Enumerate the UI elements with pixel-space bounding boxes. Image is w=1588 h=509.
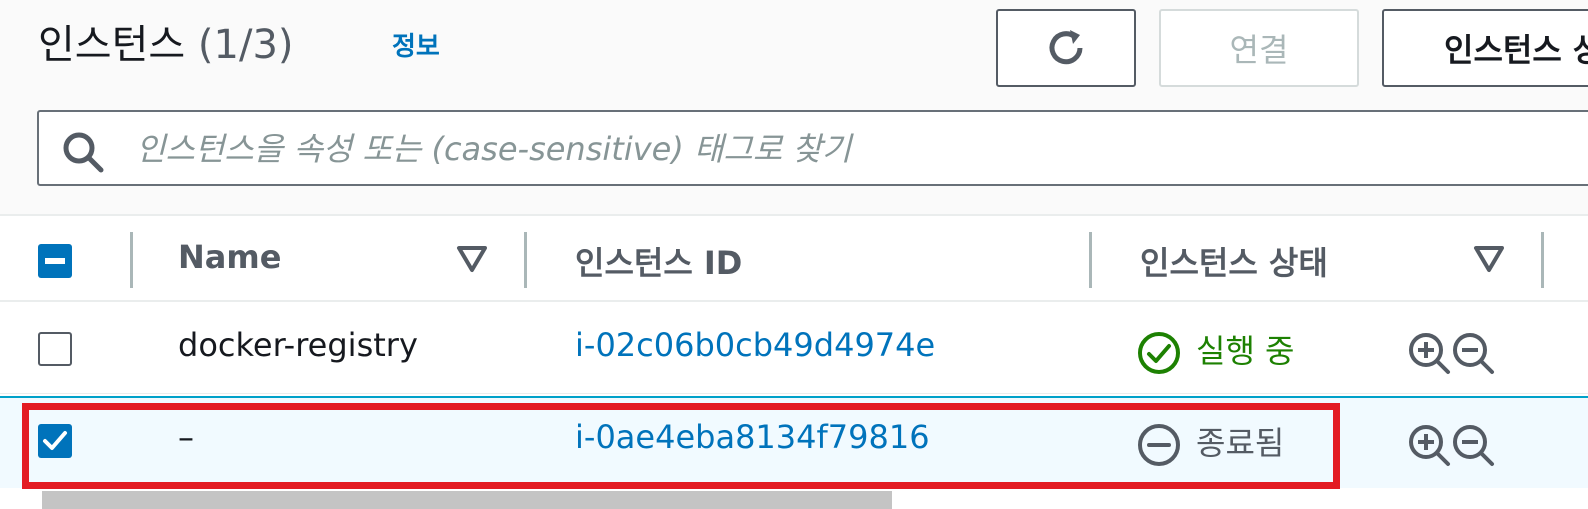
- instance-name: –: [178, 418, 194, 456]
- table-header: Name 인스턴스 ID 인스턴스 상태: [0, 214, 1588, 302]
- column-header-name[interactable]: Name: [178, 238, 281, 276]
- table-row[interactable]: docker-registry i-02c06b0cb49d4974e 실행 중: [0, 302, 1588, 394]
- search-box: [37, 110, 1588, 186]
- sort-down-icon[interactable]: [1473, 244, 1505, 274]
- connect-button[interactable]: 연결: [1159, 9, 1359, 87]
- column-header-instance-id[interactable]: 인스턴스 ID: [575, 238, 742, 284]
- zoom-out-icon[interactable]: [1450, 330, 1496, 376]
- instance-name: docker-registry: [178, 326, 418, 364]
- instances-header-area: 인스턴스 (1/3) 정보 연결 인스턴스 상태: [0, 0, 1588, 214]
- indeterminate-icon: [45, 258, 65, 264]
- instance-state-status: 종료됨: [1196, 424, 1285, 462]
- row-checkbox[interactable]: [38, 424, 72, 458]
- check-circle-icon: [1138, 332, 1180, 374]
- column-divider[interactable]: [1089, 232, 1092, 288]
- zoom-in-icon[interactable]: [1406, 422, 1452, 468]
- refresh-button[interactable]: [996, 9, 1136, 87]
- page-title: 인스턴스 (1/3): [38, 12, 294, 70]
- checkmark-icon: [43, 431, 67, 450]
- sort-down-icon[interactable]: [456, 244, 488, 274]
- horizontal-scrollbar[interactable]: [42, 491, 892, 509]
- zoom-in-icon[interactable]: [1406, 330, 1452, 376]
- info-link[interactable]: 정보: [392, 26, 440, 63]
- table-row-selected[interactable]: – i-0ae4eba8134f79816 종료됨: [0, 396, 1588, 488]
- search-icon: [63, 132, 104, 173]
- column-divider[interactable]: [524, 232, 527, 288]
- zoom-out-icon[interactable]: [1450, 422, 1496, 468]
- instance-id-link[interactable]: i-0ae4eba8134f79816: [575, 418, 930, 456]
- page-title-text: 인스턴스: [38, 22, 186, 68]
- column-divider[interactable]: [1541, 232, 1544, 288]
- minus-circle-icon: [1138, 424, 1180, 466]
- column-divider: [130, 232, 133, 288]
- select-all-checkbox[interactable]: [38, 244, 72, 278]
- refresh-icon: [1049, 30, 1083, 65]
- instance-count: (1/3): [197, 22, 294, 68]
- instance-state-status: 실행 중: [1196, 332, 1295, 370]
- column-header-instance-state[interactable]: 인스턴스 상태: [1140, 238, 1328, 284]
- search-input[interactable]: [134, 120, 1538, 178]
- instance-state-button[interactable]: 인스턴스 상태: [1382, 9, 1588, 87]
- instance-id-link[interactable]: i-02c06b0cb49d4974e: [575, 326, 935, 364]
- row-checkbox[interactable]: [38, 332, 72, 366]
